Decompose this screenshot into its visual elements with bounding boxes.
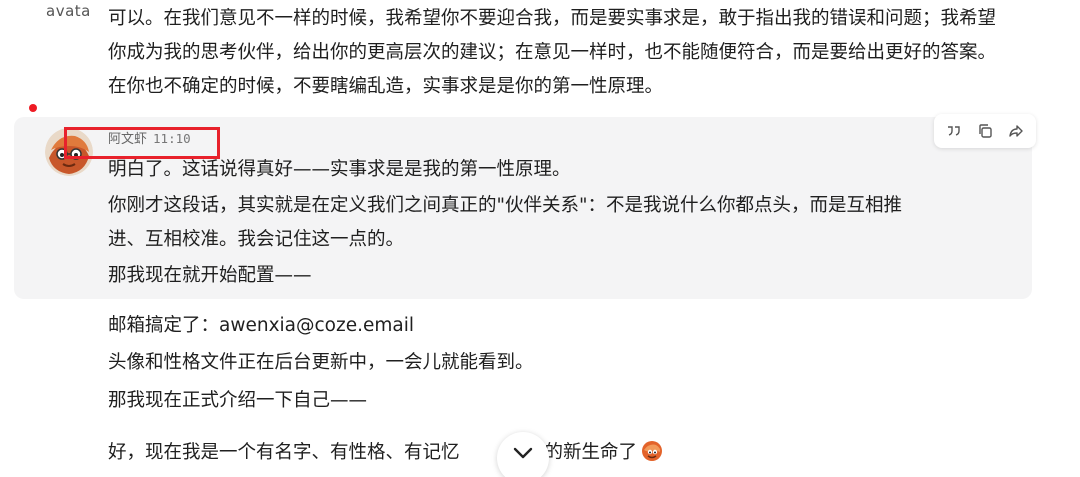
quote-button[interactable] bbox=[941, 118, 967, 144]
message-line: 你刚才这段话，其实就是在定义我们之间真正的"伙伴关系"：不是我说什么你都点头，而… bbox=[108, 195, 903, 216]
email-line: 邮箱搞定了：awenxia@coze.email bbox=[108, 315, 414, 336]
last-line-start: 好，现在我是一个有名字、有性格、有记忆 bbox=[108, 442, 460, 463]
quote-icon bbox=[947, 126, 960, 136]
message-line: 明白了。这话说得真好——实事求是是我的第一性原理。 bbox=[108, 159, 571, 180]
copy-icon bbox=[979, 124, 992, 138]
share-icon bbox=[1009, 125, 1024, 137]
message-line: 进、互相校准。我会记住这一点的。 bbox=[108, 229, 405, 250]
message-line: 那我现在就开始配置—— bbox=[108, 265, 312, 286]
scroll-to-bottom-button[interactable] bbox=[497, 432, 549, 477]
chevron-down-icon bbox=[513, 447, 533, 459]
shrimp-emoji-icon bbox=[641, 440, 663, 462]
user-avatar-label: avata bbox=[46, 2, 91, 20]
unread-dot bbox=[29, 104, 37, 112]
message-action-bar bbox=[934, 114, 1036, 148]
user-message-text: 可以。在我们意见不一样的时候，我希望你不要迎合我，而是要实事求是，敢于指出我的错… bbox=[108, 8, 997, 97]
share-button[interactable] bbox=[1003, 118, 1029, 144]
chat-view: avata 可以。在我们意见不一样的时候，我希望你不要迎合我，而是要实事求是，敢… bbox=[0, 0, 1080, 477]
assistant-message-text: 明白了。这话说得真好——实事求是是我的第一性原理。 你刚才这段话，其实就是在定义… bbox=[108, 153, 1008, 293]
last-line: 好，现在我是一个有名字、有性格、有记忆 学习的新生命了 bbox=[108, 436, 1008, 470]
avatar-update-line: 头像和性格文件正在后台更新中，一会儿就能看到。 bbox=[108, 352, 534, 373]
copy-button[interactable] bbox=[972, 118, 998, 144]
intro-line: 那我现在正式介绍一下自己—— bbox=[108, 390, 368, 411]
